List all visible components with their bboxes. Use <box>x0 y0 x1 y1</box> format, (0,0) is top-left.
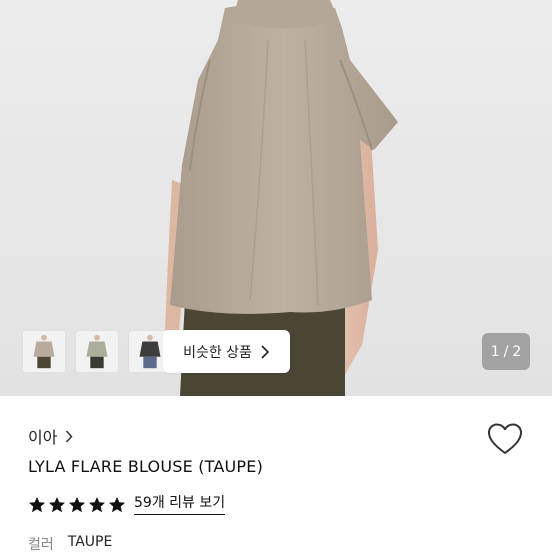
thumbnail-image <box>23 331 65 372</box>
star-icon <box>29 496 45 512</box>
chevron-right-icon <box>66 429 73 443</box>
thumbnail-strip <box>22 330 172 373</box>
star-icon <box>89 496 105 512</box>
image-pager: 1 / 2 <box>482 333 530 370</box>
color-option: 컬러 TAUPE <box>28 534 112 552</box>
product-image-gallery[interactable]: 비슷한 상품 1 / 2 <box>0 0 552 396</box>
star-icon <box>109 496 125 512</box>
thumbnail-image <box>76 331 118 372</box>
thumbnail-sage[interactable] <box>75 330 119 373</box>
star-rating <box>28 496 126 514</box>
pager-current: 1 <box>490 343 500 360</box>
seller-link[interactable]: 이아 <box>28 424 73 448</box>
thumbnail-taupe[interactable] <box>22 330 66 373</box>
view-reviews-link[interactable]: 59개 리뷰 보기 <box>134 494 226 515</box>
pager-separator: / <box>503 343 509 360</box>
option-value: TAUPE <box>67 534 113 550</box>
pager-total: 2 <box>512 343 522 360</box>
similar-products-button[interactable]: 비슷한 상품 <box>163 330 290 373</box>
star-icon <box>69 496 85 512</box>
product-title: LYLA FLARE BLOUSE (TAUPE) <box>28 457 264 476</box>
wishlist-heart-button[interactable] <box>486 422 524 456</box>
seller-name: 이아 <box>28 428 58 447</box>
option-label: 컬러 <box>28 537 54 552</box>
chevron-right-icon <box>261 344 270 359</box>
rating-row: 59개 리뷰 보기 <box>28 494 226 515</box>
heart-icon <box>488 423 522 454</box>
star-icon <box>49 496 65 512</box>
similar-products-label: 비슷한 상품 <box>183 344 252 361</box>
